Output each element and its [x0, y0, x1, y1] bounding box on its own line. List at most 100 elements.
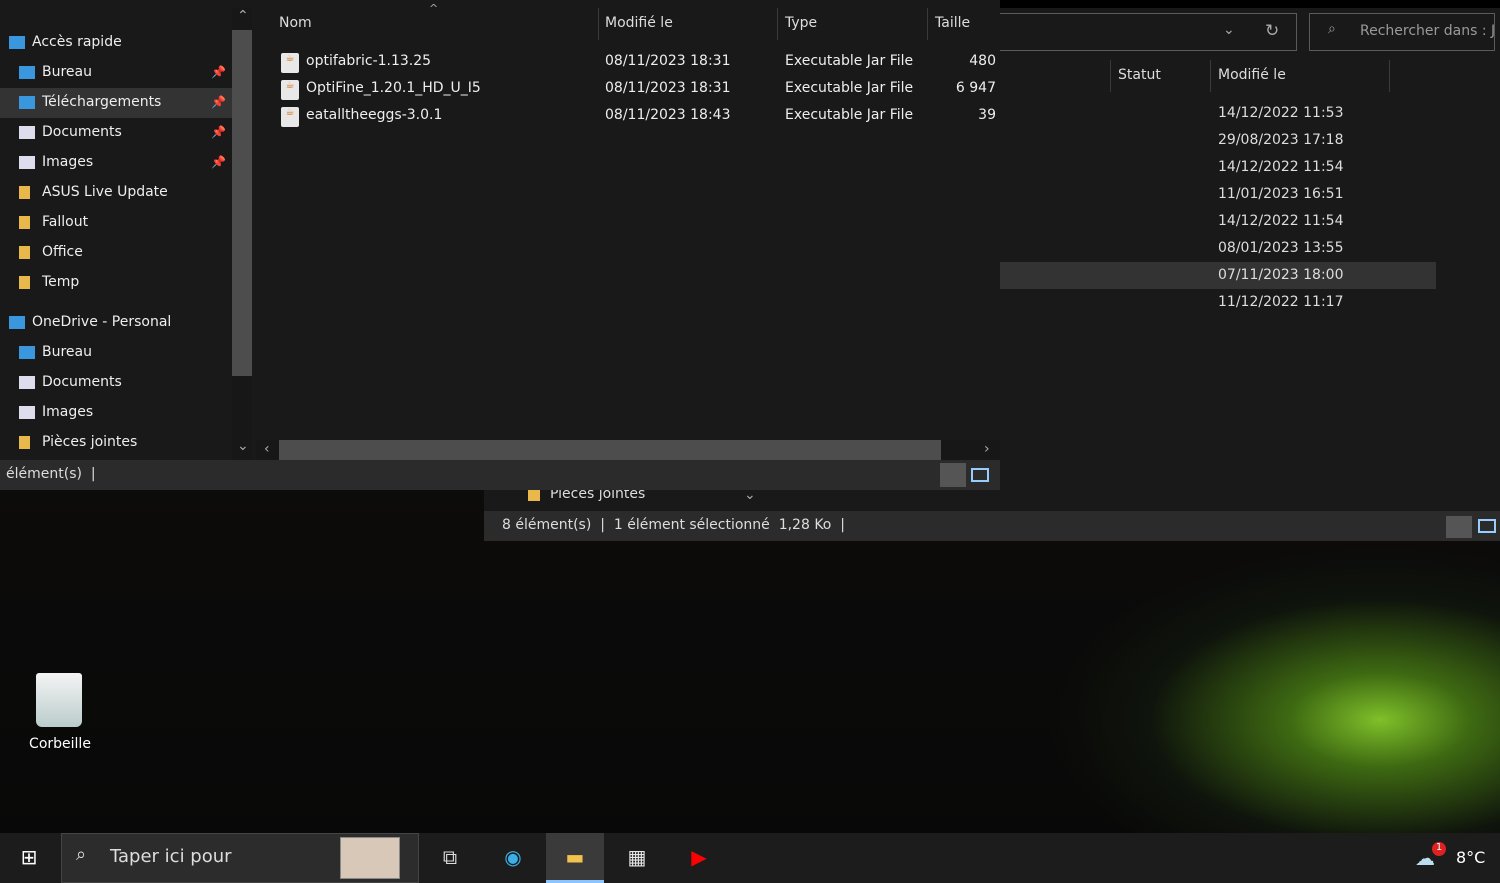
file-modified: 07/11/2023 18:00: [1218, 267, 1344, 283]
youtube-icon[interactable]: ▶: [670, 833, 728, 883]
file-row[interactable]: 08/01/2023 13:55: [1000, 235, 1436, 262]
file-size: 39: [978, 107, 996, 123]
file-type: Executable Jar File: [785, 107, 914, 123]
pin-icon[interactable]: 📌: [211, 125, 226, 139]
nav-item[interactable]: Documents 📌: [0, 118, 232, 148]
nav-item[interactable]: Temp: [0, 268, 232, 298]
desktop-icon: [19, 346, 35, 359]
nav-item[interactable]: Office: [0, 238, 232, 268]
pin-icon[interactable]: 📌: [211, 95, 226, 109]
file-name: optifabric-1.13.25: [306, 53, 432, 69]
search-placeholder: Rechercher dans : J...: [1360, 23, 1495, 39]
details-view-icon[interactable]: [940, 463, 966, 487]
file-row[interactable]: 14/12/2022 11:54: [1000, 154, 1436, 181]
file-open-dialog: Accès rapide Bureau 📌 Téléchargements 📌 Docum…: [0, 0, 1000, 490]
nav-label: Fallout: [42, 214, 89, 230]
search-placeholder: Taper ici pour: [110, 846, 232, 867]
nav-item[interactable]: Bureau: [0, 338, 232, 368]
image-icon: [19, 406, 35, 419]
file-row[interactable]: 11/12/2022 11:17: [1000, 289, 1436, 316]
nav-label: Pièces jointes: [42, 434, 138, 450]
file-row[interactable]: ☕ eatalltheeggs-3.0.1 08/11/2023 18:43 Exec…: [276, 102, 1000, 129]
recycle-bin-label[interactable]: Corbeille: [20, 736, 100, 752]
pin-icon[interactable]: 📌: [211, 65, 226, 79]
file-type: Executable Jar File: [785, 53, 914, 69]
temperature[interactable]: 8°C: [1456, 848, 1485, 867]
java-jar-icon: ☕: [281, 53, 299, 73]
column-type[interactable]: Type: [778, 8, 928, 40]
item-count: élément(s): [6, 466, 82, 482]
file-modified: 14/12/2022 11:54: [1218, 213, 1344, 229]
file-explorer-icon[interactable]: ▬: [546, 833, 604, 883]
file-row[interactable]: ☕ optifabric-1.13.25 08/11/2023 18:31 Execu…: [276, 48, 1000, 75]
scroll-up-icon[interactable]: ⌃: [237, 8, 249, 24]
file-modified: 08/11/2023 18:43: [605, 107, 731, 123]
nav-label: ASUS Live Update: [42, 184, 168, 200]
star-icon: [9, 36, 25, 49]
nav-item[interactable]: OneDrive - Personal: [0, 308, 232, 338]
column-status[interactable]: Statut: [1110, 60, 1210, 92]
java-jar-icon: ☕: [281, 80, 299, 100]
details-view-icon[interactable]: [1446, 516, 1472, 538]
file-row[interactable]: 14/12/2022 11:54: [1000, 208, 1436, 235]
nav-item[interactable]: Documents: [0, 368, 232, 398]
horizontal-scroll-thumb[interactable]: [279, 440, 941, 460]
java-jar-icon: ☕: [281, 107, 299, 127]
column-modified[interactable]: Modifié le: [1210, 60, 1390, 92]
file-modified: 08/01/2023 13:55: [1218, 240, 1344, 256]
file-row[interactable]: 07/11/2023 18:00: [1000, 262, 1436, 289]
nav-item[interactable]: Images 📌: [0, 148, 232, 178]
edge-icon[interactable]: ◉: [484, 833, 542, 883]
nav-item[interactable]: Bureau 📌: [0, 58, 232, 88]
horizontal-scrollbar[interactable]: ‹ ›: [256, 440, 1000, 460]
address-bar[interactable]: ⌄ ↻: [984, 13, 1297, 51]
nav-item[interactable]: Fallout: [0, 208, 232, 238]
chevron-down-icon[interactable]: ⌄: [1223, 22, 1235, 38]
nav-item[interactable]: Téléchargements 📌: [0, 88, 232, 118]
start-button[interactable]: ⊞: [0, 833, 58, 883]
file-row[interactable]: ☕ OptiFine_1.20.1_HD_U_I5 08/11/2023 18:31…: [276, 75, 1000, 102]
task-view-icon[interactable]: ⧉: [421, 833, 479, 883]
nav-label: Bureau: [42, 344, 92, 360]
large-icons-view-icon[interactable]: [971, 468, 989, 482]
file-name: OptiFine_1.20.1_HD_U_I5: [306, 80, 481, 96]
nav-label: Téléchargements: [42, 94, 162, 110]
large-icons-view-icon[interactable]: [1478, 519, 1496, 533]
nav-scroll-thumb[interactable]: [232, 30, 252, 376]
status-bar: 8 élément(s) | 1 élément sélectionné 1,2…: [484, 511, 1500, 541]
selected-size: 1,28 Ko: [778, 517, 832, 533]
file-row[interactable]: 29/08/2023 17:18: [1000, 127, 1436, 154]
nav-label: OneDrive - Personal: [32, 314, 172, 330]
search-input[interactable]: ⌕ Rechercher dans : J...: [1309, 13, 1495, 51]
column-size[interactable]: Taille: [928, 8, 1000, 40]
file-modified: 11/01/2023 16:51: [1218, 186, 1344, 202]
scroll-down-icon[interactable]: ⌄: [237, 438, 249, 454]
selected-count: 1 élément sélectionné: [613, 517, 770, 533]
desktop-icon: [19, 66, 35, 79]
file-modified: 14/12/2022 11:53: [1218, 105, 1344, 121]
nav-label: Images: [42, 154, 94, 170]
microsoft-store-icon[interactable]: ▦: [608, 833, 666, 883]
image-icon: [19, 156, 35, 169]
refresh-icon[interactable]: ↻: [1265, 21, 1279, 41]
file-row[interactable]: 14/12/2022 11:53: [1000, 100, 1436, 127]
status-bar: élément(s) |: [0, 460, 1000, 490]
nav-label: Documents: [42, 124, 122, 140]
nav-item[interactable]: Images: [0, 398, 232, 428]
scroll-left-icon[interactable]: ‹: [264, 441, 270, 457]
scroll-right-icon[interactable]: ›: [984, 441, 990, 457]
navigation-pane: Accès rapide Bureau 📌 Téléchargements 📌 Docum…: [0, 8, 232, 460]
nav-item[interactable]: Pièces jointes: [0, 428, 232, 458]
column-modified[interactable]: Modifié le: [598, 8, 778, 40]
file-modified: 08/11/2023 18:31: [605, 80, 731, 96]
pin-icon[interactable]: 📌: [211, 155, 226, 169]
sort-ascending-icon: ^: [429, 2, 439, 15]
nav-item[interactable]: Accès rapide: [0, 28, 232, 58]
recycle-bin-icon[interactable]: [36, 673, 82, 727]
nav-item[interactable]: ASUS Live Update: [0, 178, 232, 208]
taskbar-search[interactable]: ⌕ Taper ici pour: [61, 833, 419, 883]
search-highlight-image: [340, 837, 400, 879]
folder-icon: [19, 246, 30, 259]
nav-label: Temp: [42, 274, 80, 290]
file-row[interactable]: 11/01/2023 16:51: [1000, 181, 1436, 208]
